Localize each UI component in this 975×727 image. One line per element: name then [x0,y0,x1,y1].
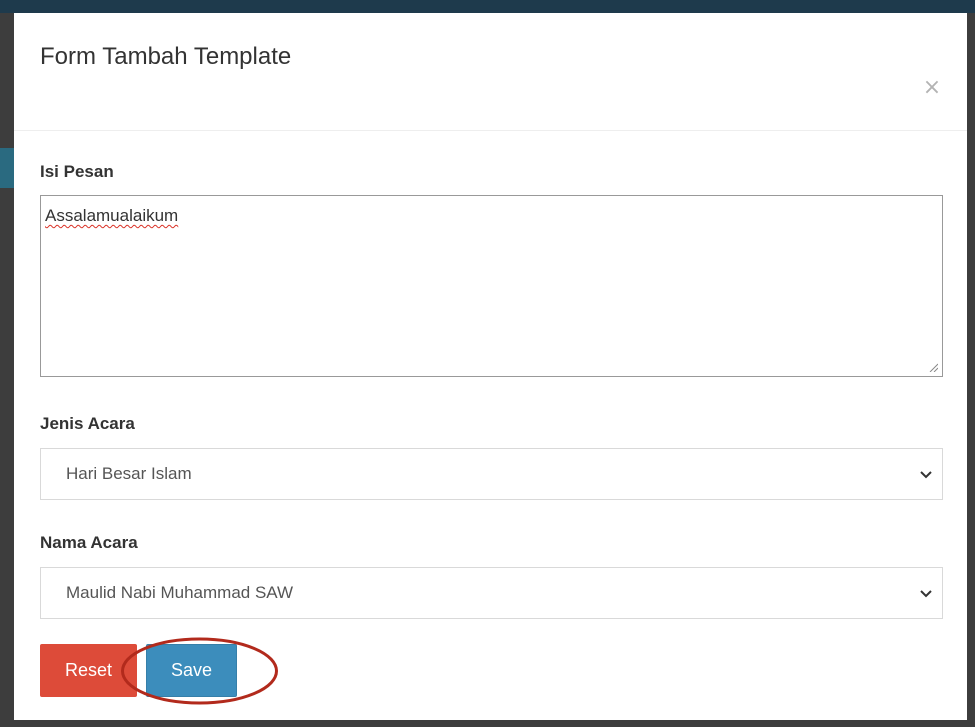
modal-title: Form Tambah Template [40,43,292,70]
modal-header: Form Tambah Template × [14,13,967,131]
nama-acara-selected: Maulid Nabi Muhammad SAW [66,583,294,602]
jenis-acara-select[interactable]: Hari Besar Islam [40,448,943,500]
isi-pesan-textarea[interactable]: Assalamualaikum [40,195,943,377]
nama-acara-select[interactable]: Maulid Nabi Muhammad SAW [40,567,943,619]
jenis-acara-label: Jenis Acara [40,414,135,433]
background-accent [0,148,14,188]
modal-dialog: Form Tambah Template × Isi Pesan Assalam… [14,13,967,720]
nama-acara-label: Nama Acara [40,533,138,552]
background-header-strip [0,0,975,13]
chevron-down-icon [920,471,932,479]
resize-grip-icon[interactable] [928,362,938,372]
close-button[interactable]: × [921,77,943,99]
close-icon: × [922,75,942,100]
jenis-acara-selected: Hari Besar Islam [66,464,192,483]
save-button[interactable]: Save [146,644,237,697]
isi-pesan-value: Assalamualaikum [45,206,179,225]
reset-button[interactable]: Reset [40,644,137,697]
chevron-down-icon [920,590,932,598]
isi-pesan-label: Isi Pesan [40,162,114,181]
